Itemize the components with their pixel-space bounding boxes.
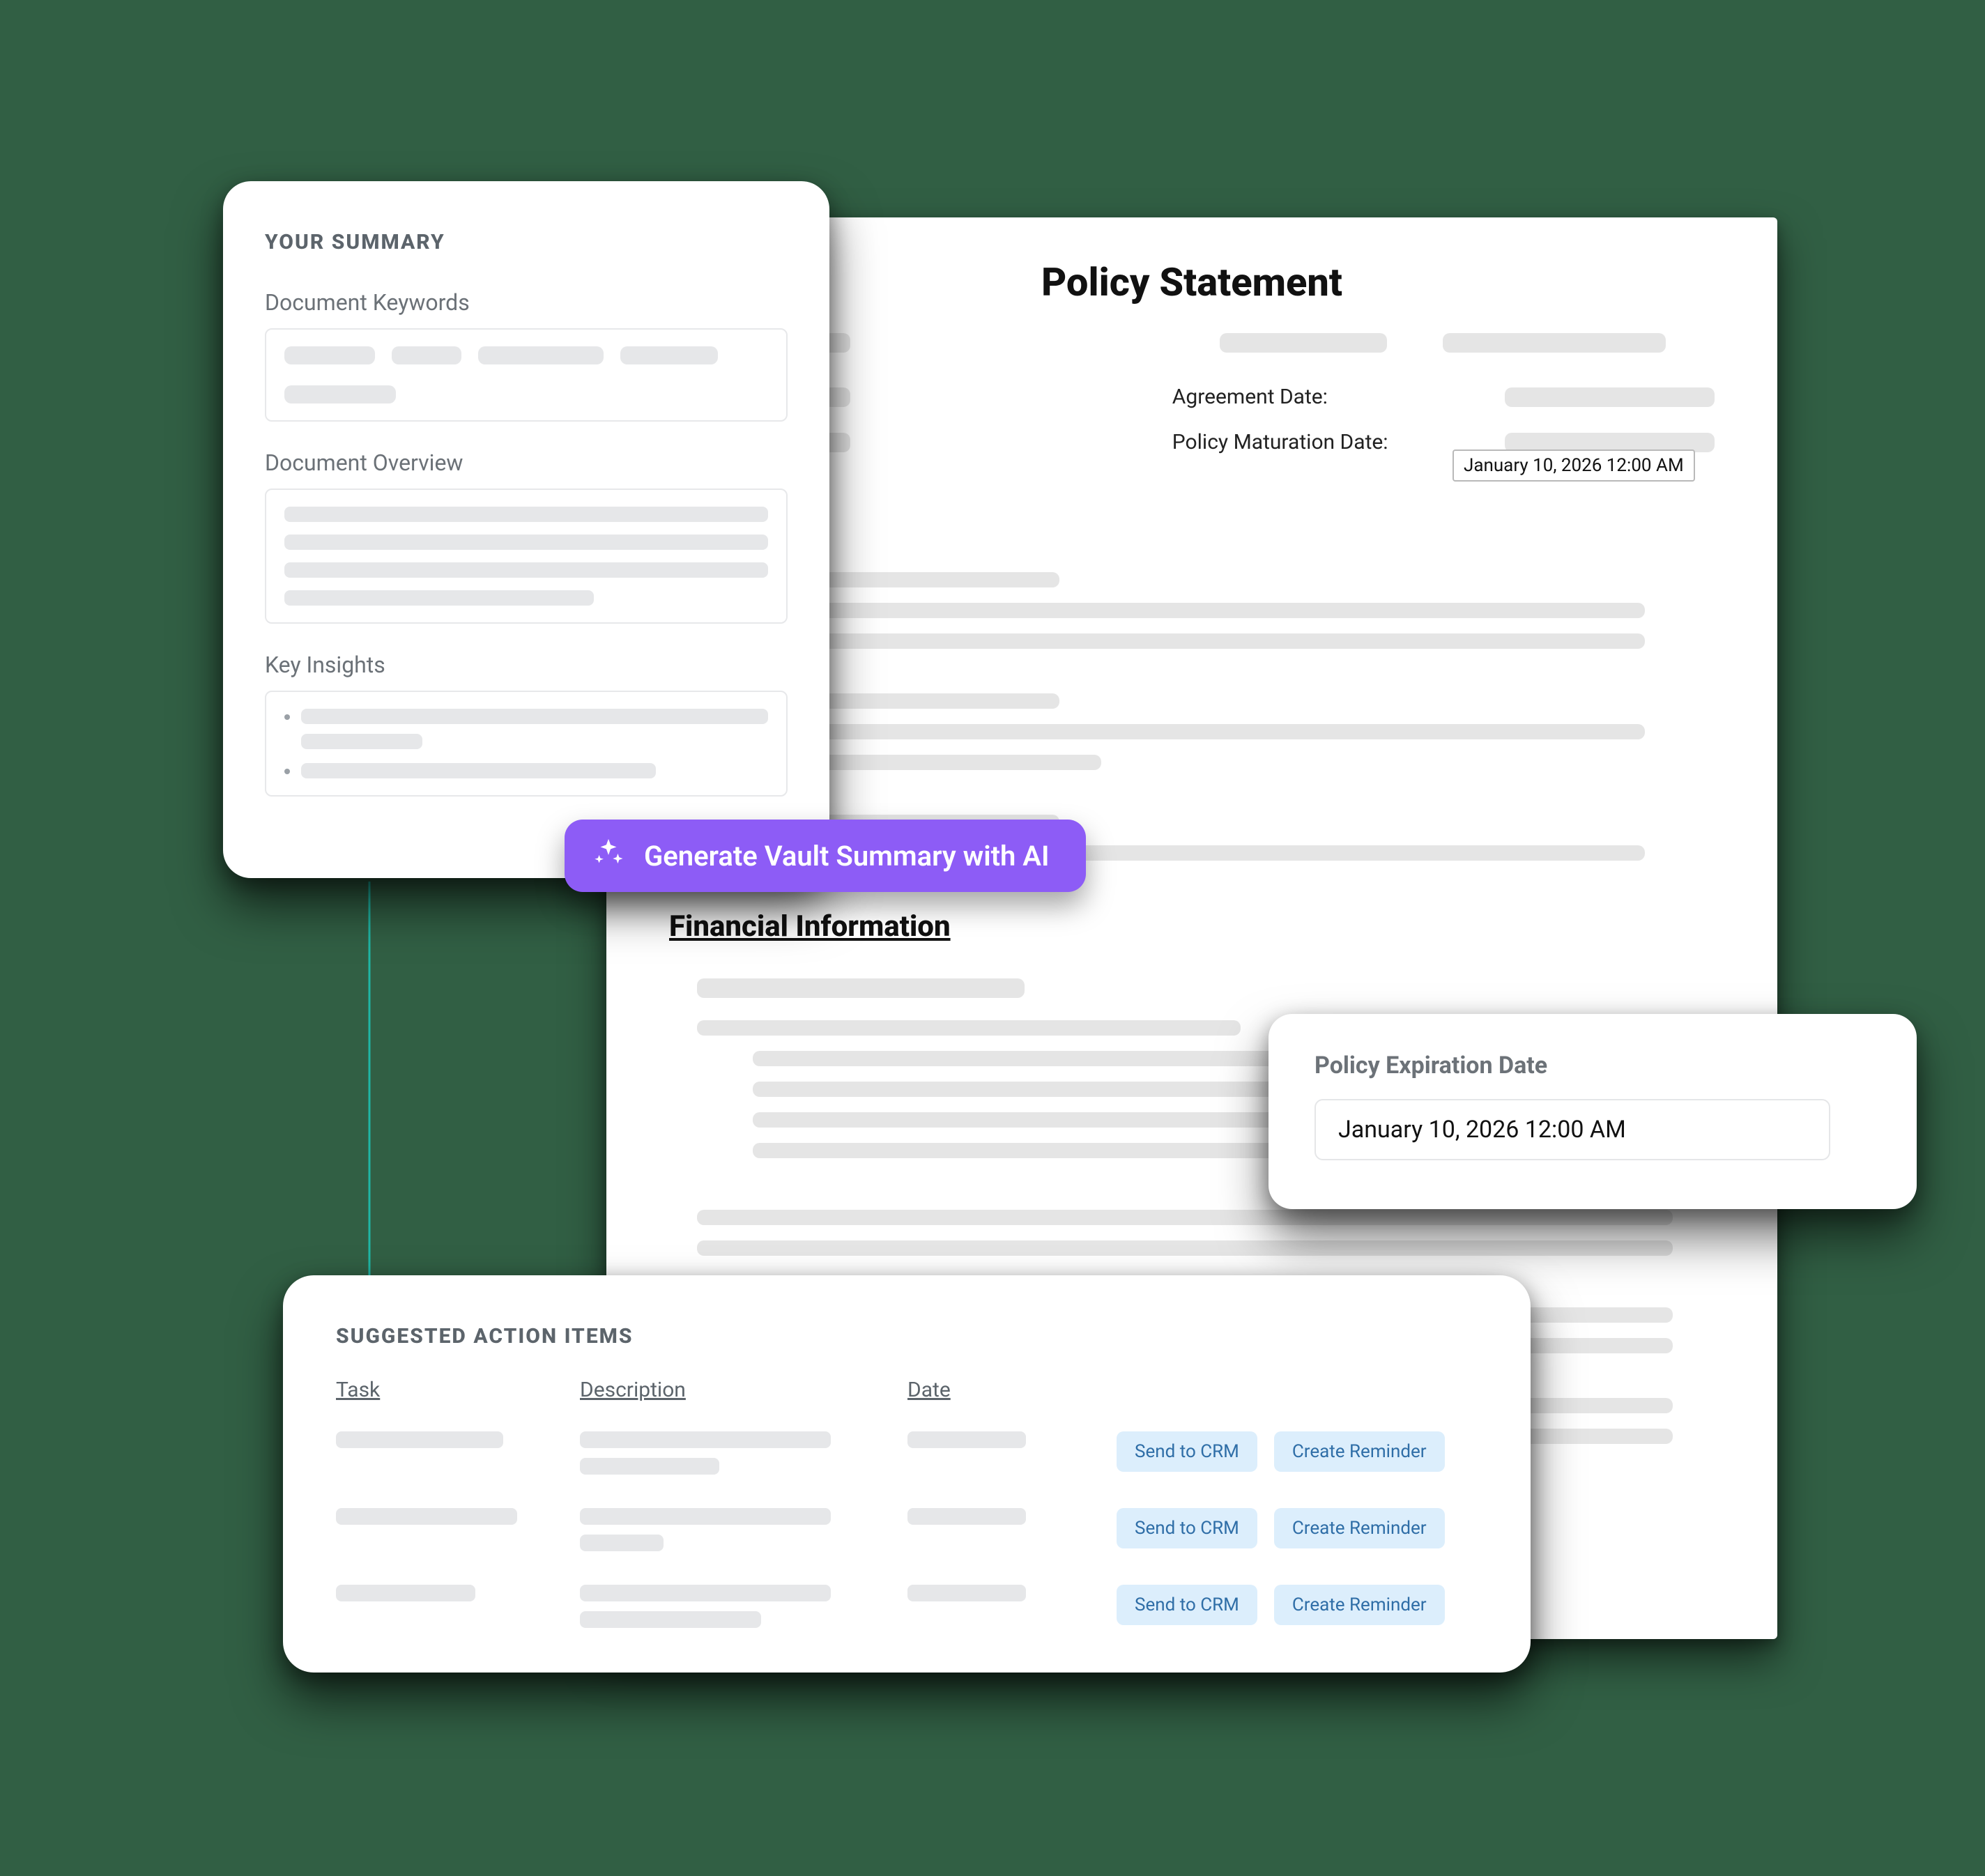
summary-card: YOUR SUMMARY Document Keywords Document … <box>223 181 829 878</box>
expiration-label: Policy Expiration Date <box>1315 1052 1871 1079</box>
keywords-label: Document Keywords <box>265 289 788 316</box>
generate-ai-label: Generate Vault Summary with AI <box>644 840 1050 872</box>
action-items-heading: SUGGESTED ACTION ITEMS <box>336 1324 1478 1348</box>
agreement-date-label: Agreement Date: <box>1172 385 1421 409</box>
action-items-card: SUGGESTED ACTION ITEMS Task Description … <box>283 1275 1531 1673</box>
sparkle-icon <box>592 836 624 875</box>
overview-label: Document Overview <box>265 449 788 476</box>
maturation-date-label: Policy Maturation Date: <box>1172 430 1421 454</box>
col-date: Date <box>907 1378 1089 1402</box>
generate-ai-summary-button[interactable]: Generate Vault Summary with AI <box>565 820 1086 892</box>
overview-box <box>265 489 788 624</box>
maturation-date-tag: January 10, 2026 12:00 AM <box>1453 449 1695 482</box>
send-to-crm-button[interactable]: Send to CRM <box>1117 1508 1257 1548</box>
insights-box <box>265 691 788 797</box>
col-description: Description <box>580 1378 880 1402</box>
keywords-box <box>265 328 788 422</box>
col-task: Task <box>336 1378 552 1402</box>
create-reminder-button[interactable]: Create Reminder <box>1274 1508 1445 1548</box>
summary-heading: YOUR SUMMARY <box>265 230 788 254</box>
send-to-crm-button[interactable]: Send to CRM <box>1117 1585 1257 1625</box>
expiration-value-field[interactable]: January 10, 2026 12:00 AM <box>1315 1099 1830 1160</box>
insights-label: Key Insights <box>265 652 788 678</box>
expiration-popover: Policy Expiration Date January 10, 2026 … <box>1269 1014 1917 1209</box>
section-financial-heading: Financial Information <box>669 909 1715 944</box>
create-reminder-button[interactable]: Create Reminder <box>1274 1431 1445 1472</box>
create-reminder-button[interactable]: Create Reminder <box>1274 1585 1445 1625</box>
send-to-crm-button[interactable]: Send to CRM <box>1117 1431 1257 1472</box>
